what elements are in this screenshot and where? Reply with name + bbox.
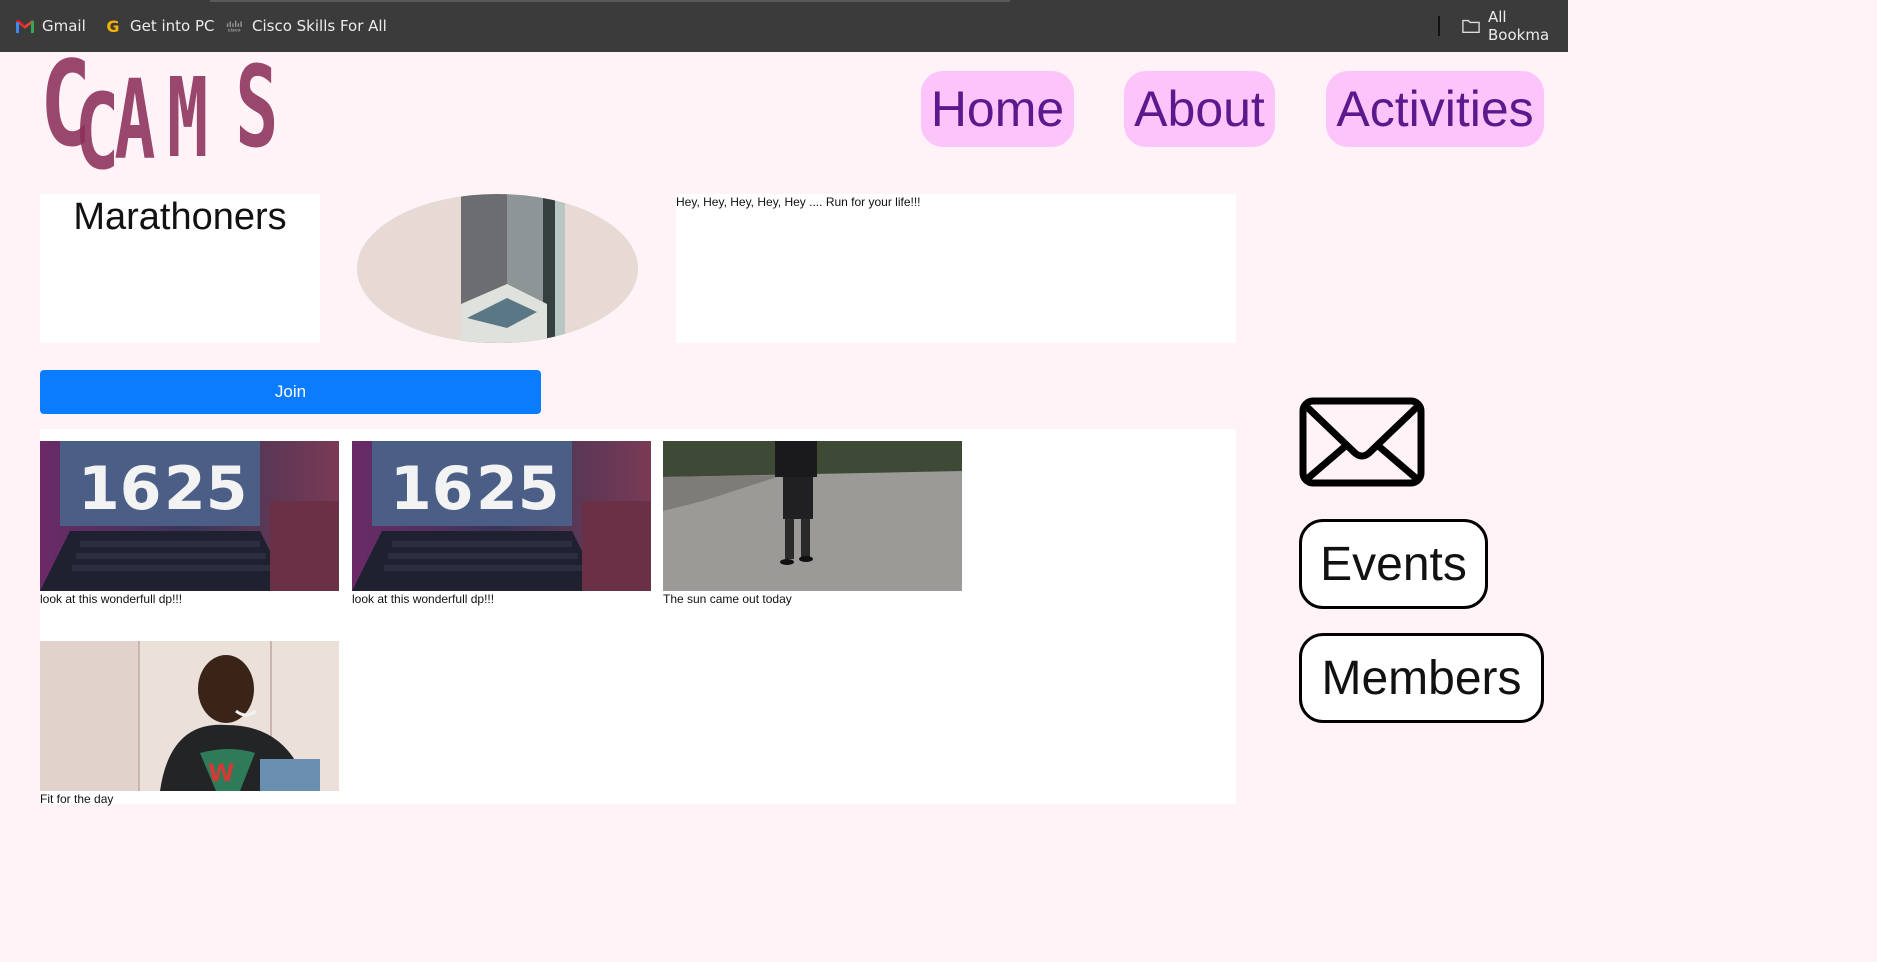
nav-home[interactable]: Home bbox=[921, 71, 1074, 147]
all-bookmarks[interactable]: All Bookma bbox=[1462, 8, 1568, 44]
svg-text:cisco: cisco bbox=[228, 27, 241, 33]
group-title: Marathoners bbox=[73, 196, 287, 238]
post-caption: look at this wonderfull dp!!! bbox=[40, 592, 183, 606]
events-button[interactable]: Events bbox=[1299, 519, 1488, 609]
svg-text:A: A bbox=[114, 56, 155, 170]
nav-activities[interactable]: Activities bbox=[1326, 71, 1544, 147]
post-image: W bbox=[40, 641, 339, 791]
bookmark-gmail[interactable]: Gmail bbox=[16, 14, 86, 38]
g-icon: G bbox=[106, 16, 120, 36]
nav-about[interactable]: About bbox=[1124, 71, 1275, 147]
post-card[interactable]: 16 25 look at this wonderfull dp!!! bbox=[40, 441, 339, 606]
group-cover-image bbox=[357, 194, 638, 343]
clock-hour: 16 bbox=[78, 454, 162, 524]
site-logo[interactable]: C C A M S bbox=[40, 50, 292, 170]
clock-minute: 25 bbox=[164, 454, 248, 524]
post-image: 16 25 bbox=[352, 441, 651, 591]
bookmarks-bar: Gmail G Get into PC cisco Cisco Skills F… bbox=[0, 0, 1568, 52]
group-description: Hey, Hey, Hey, Hey, Hey .... Run for you… bbox=[676, 194, 1236, 343]
clock-hour: 16 bbox=[390, 454, 474, 524]
gmail-icon bbox=[16, 17, 34, 35]
bookmark-separator bbox=[1438, 16, 1440, 36]
members-button[interactable]: Members bbox=[1299, 633, 1544, 723]
bookmark-get-into-pc[interactable]: G Get into PC bbox=[104, 14, 215, 38]
all-bookmarks-label: All Bookma bbox=[1488, 8, 1550, 44]
join-button[interactable]: Join bbox=[40, 370, 541, 414]
posts-feed: 16 25 look at this wonderfull dp!!! 16 2… bbox=[40, 429, 1236, 806]
svg-text:M: M bbox=[167, 54, 208, 170]
browser-divider bbox=[210, 0, 1010, 2]
bookmark-cisco[interactable]: cisco Cisco Skills For All bbox=[226, 14, 387, 38]
bookmark-label: Get into PC bbox=[130, 17, 215, 35]
svg-text:W: W bbox=[208, 759, 234, 787]
group-name-card: Marathoners bbox=[40, 194, 320, 343]
post-card[interactable]: W Fit for the day bbox=[40, 641, 339, 806]
post-image bbox=[663, 441, 962, 591]
post-caption: Fit for the day bbox=[40, 792, 114, 806]
bookmark-label: Cisco Skills For All bbox=[252, 17, 387, 35]
post-card[interactable]: The sun came out today bbox=[663, 441, 962, 606]
post-caption: look at this wonderfull dp!!! bbox=[352, 592, 495, 606]
bookmark-label: Gmail bbox=[42, 17, 86, 35]
post-caption: The sun came out today bbox=[663, 592, 792, 606]
svg-text:C: C bbox=[75, 73, 120, 170]
post-image: 16 25 bbox=[40, 441, 339, 591]
folder-icon bbox=[1462, 17, 1480, 35]
post-card[interactable]: 16 25 look at this wonderfull dp!!! bbox=[352, 441, 651, 606]
svg-text:S: S bbox=[235, 50, 278, 170]
clock-minute: 25 bbox=[476, 454, 560, 524]
mail-icon[interactable] bbox=[1299, 397, 1425, 487]
cisco-icon: cisco bbox=[226, 17, 244, 35]
